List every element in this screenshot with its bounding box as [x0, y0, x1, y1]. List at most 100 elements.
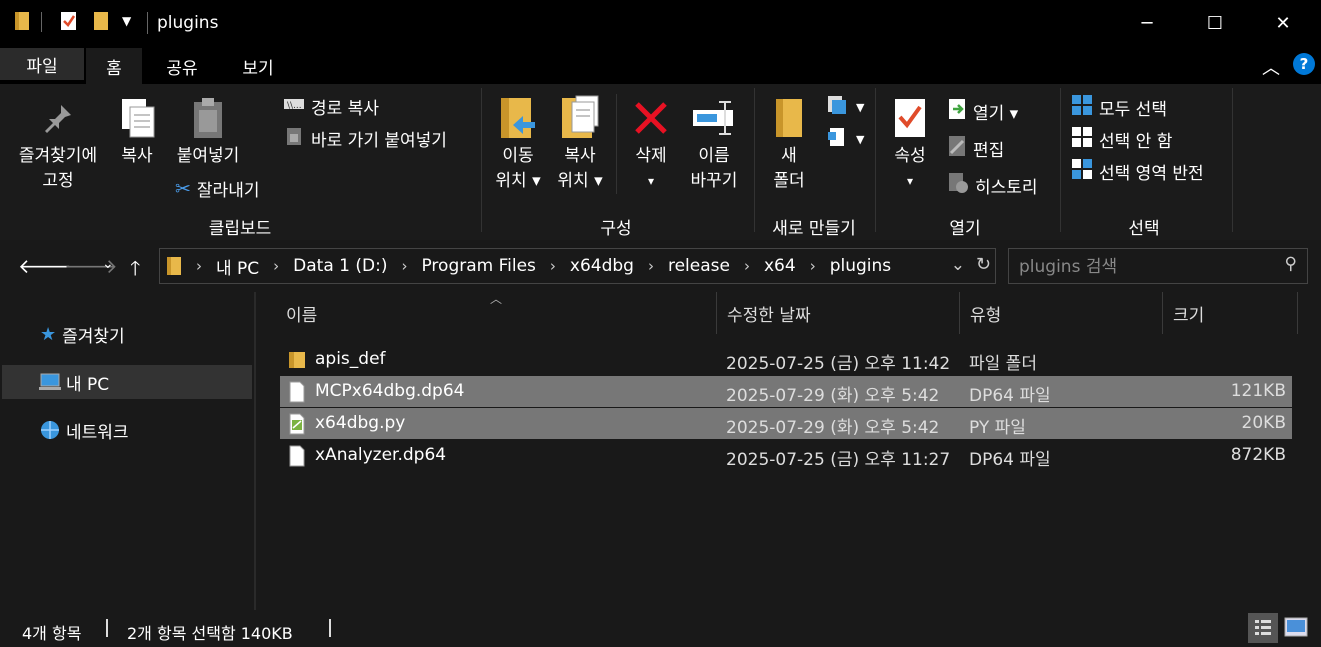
properties-quick-icon[interactable]: [60, 10, 78, 36]
address-dropdown-icon[interactable]: ⌄: [951, 255, 965, 275]
network-icon: [38, 419, 62, 441]
breadcrumb-x64dbg[interactable]: x64dbg: [570, 256, 634, 276]
table-row[interactable]: apis_def 2025-07-25 (금) 오후 11:42 파일 폴더: [280, 344, 1292, 375]
status-bar: 4개 항목 2개 항목 선택함 140KB: [0, 610, 1321, 647]
breadcrumb-program-files[interactable]: Program Files: [421, 256, 535, 276]
search-input[interactable]: [1019, 255, 1269, 279]
file-size: 20KB: [1241, 413, 1286, 433]
navigation-pane: ★ 즐겨찾기 내 PC 네트워크: [0, 292, 254, 610]
select-none-button[interactable]: 선택 안 함: [1071, 126, 1172, 153]
copy-button[interactable]: 복사: [112, 92, 162, 169]
file-icon: [288, 445, 306, 472]
rename-icon: [684, 92, 744, 144]
file-name: MCPx64dbg.dp64: [315, 381, 465, 401]
file-name: x64dbg.py: [315, 413, 406, 433]
breadcrumb-separator[interactable]: ›: [810, 257, 816, 275]
new-item-button[interactable]: ▼: [826, 94, 864, 121]
table-row[interactable]: xAnalyzer.dp64 2025-07-25 (금) 오후 11:27 D…: [280, 440, 1292, 471]
properties-icon: [884, 92, 936, 144]
nav-item-quick-access[interactable]: ★ 즐겨찾기: [2, 317, 252, 351]
search-icon[interactable]: ⚲: [1285, 254, 1297, 274]
select-all-button[interactable]: 모두 선택: [1071, 94, 1167, 121]
move-to-button[interactable]: 이동 위치 ▾: [490, 92, 546, 194]
help-icon[interactable]: ?: [1293, 53, 1315, 75]
breadcrumb-separator[interactable]: ›: [273, 257, 279, 275]
delete-icon: [626, 92, 676, 144]
chevron-up-icon[interactable]: ︿: [1262, 54, 1280, 80]
file-size: 121KB: [1230, 381, 1286, 401]
easy-access-icon: [826, 126, 850, 153]
rename-button[interactable]: 이름 바꾸기: [684, 92, 744, 194]
tab-file[interactable]: 파일: [0, 48, 84, 80]
close-button[interactable]: ✕: [1249, 0, 1317, 46]
window-title: plugins: [157, 13, 219, 33]
nav-item-this-pc[interactable]: 내 PC: [2, 365, 252, 399]
nav-item-network[interactable]: 네트워크: [2, 413, 252, 447]
breadcrumb-separator[interactable]: ›: [550, 257, 556, 275]
breadcrumb-drive[interactable]: Data 1 (D:): [293, 256, 387, 276]
cut-button[interactable]: ✂ 잘라내기: [175, 176, 259, 202]
history-icon: [947, 172, 969, 199]
breadcrumb-x64[interactable]: x64: [764, 256, 796, 276]
file-name: xAnalyzer.dp64: [315, 445, 447, 465]
details-view-icon[interactable]: [1248, 613, 1278, 643]
chevron-down-icon[interactable]: ▼: [122, 14, 131, 28]
pin-to-quick-access-button[interactable]: 즐겨찾기에 고정: [10, 92, 106, 194]
up-button[interactable]: 🡑: [130, 254, 140, 288]
divider: [1232, 88, 1233, 232]
folder-icon: [288, 349, 306, 376]
open-button[interactable]: 열기 ▾: [947, 98, 1018, 125]
column-header-date[interactable]: 수정한 날짜: [717, 292, 960, 334]
table-row[interactable]: MCPx64dbg.dp64 2025-07-29 (화) 오후 5:42 DP…: [280, 376, 1292, 407]
tab-view[interactable]: 보기: [224, 48, 292, 84]
edit-button[interactable]: 편집: [947, 135, 1004, 162]
selection-info: 2개 항목 선택함 140KB: [127, 624, 293, 643]
computer-icon: [38, 372, 62, 392]
search-box[interactable]: ⚲: [1008, 248, 1308, 284]
recent-locations-button[interactable]: ⌄: [102, 256, 114, 272]
tab-home[interactable]: 홈: [86, 48, 142, 84]
copy-path-button[interactable]: \\... 경로 복사: [283, 94, 379, 119]
ribbon: 즐겨찾기에 고정 복사 붙여넣기 \\... 경로 복사 바로 가기 붙여넣기 …: [0, 84, 1321, 240]
breadcrumb-release[interactable]: release: [668, 256, 730, 276]
maximize-button[interactable]: ☐: [1181, 0, 1249, 46]
large-icons-view-icon[interactable]: [1284, 616, 1308, 642]
breadcrumb-separator[interactable]: ›: [744, 257, 750, 275]
breadcrumb-this-pc[interactable]: 내 PC: [216, 254, 259, 279]
delete-button[interactable]: 삭제 ▾: [626, 92, 676, 194]
title-bar: ▼ plugins ─ ☐ ✕: [0, 0, 1321, 48]
copy-to-icon: [552, 92, 608, 144]
refresh-icon[interactable]: ↻: [976, 254, 991, 275]
breadcrumb-separator[interactable]: ›: [196, 257, 202, 275]
clipboard-icon: [168, 92, 248, 144]
divider: [41, 12, 42, 32]
invert-selection-icon: [1071, 158, 1093, 185]
column-header-size[interactable]: 크기: [1163, 292, 1298, 334]
item-count: 4개 항목: [22, 624, 82, 643]
copy-to-button[interactable]: 복사 위치 ▾: [552, 92, 608, 194]
file-type: DP64 파일: [969, 450, 1051, 470]
file-name: apis_def: [315, 349, 386, 369]
paste-shortcut-button[interactable]: 바로 가기 붙여넣기: [283, 126, 447, 151]
divider: [106, 619, 108, 637]
tab-share[interactable]: 공유: [150, 48, 214, 84]
breadcrumb-separator[interactable]: ›: [401, 257, 407, 275]
table-row[interactable]: x64dbg.py 2025-07-29 (화) 오후 5:42 PY 파일 2…: [280, 408, 1292, 439]
invert-selection-button[interactable]: 선택 영역 반전: [1071, 158, 1204, 185]
breadcrumb-separator[interactable]: ›: [648, 257, 654, 275]
properties-button[interactable]: 속성 ▾: [884, 92, 936, 194]
svg-text:\\...: \\...: [287, 101, 302, 111]
minimize-button[interactable]: ─: [1113, 0, 1181, 46]
history-button[interactable]: 히스토리: [947, 172, 1038, 199]
column-header-type[interactable]: 유형: [960, 292, 1163, 334]
new-folder-quick-icon[interactable]: [93, 10, 109, 36]
address-bar[interactable]: › 내 PC › Data 1 (D:) › Program Files › x…: [159, 248, 996, 284]
easy-access-button[interactable]: ▼: [826, 126, 864, 153]
breadcrumb-plugins[interactable]: plugins: [830, 256, 891, 276]
file-list: ︿ 이름 수정한 날짜 유형 크기 apis_def 2025-07-25 (금…: [256, 292, 1321, 610]
new-folder-button[interactable]: 새 폴더: [764, 92, 814, 194]
chevron-down-icon: ▼: [856, 101, 865, 114]
close-icon: ✕: [1275, 12, 1291, 34]
column-header-name[interactable]: 이름: [276, 292, 717, 334]
paste-button[interactable]: 붙여넣기: [168, 92, 248, 169]
